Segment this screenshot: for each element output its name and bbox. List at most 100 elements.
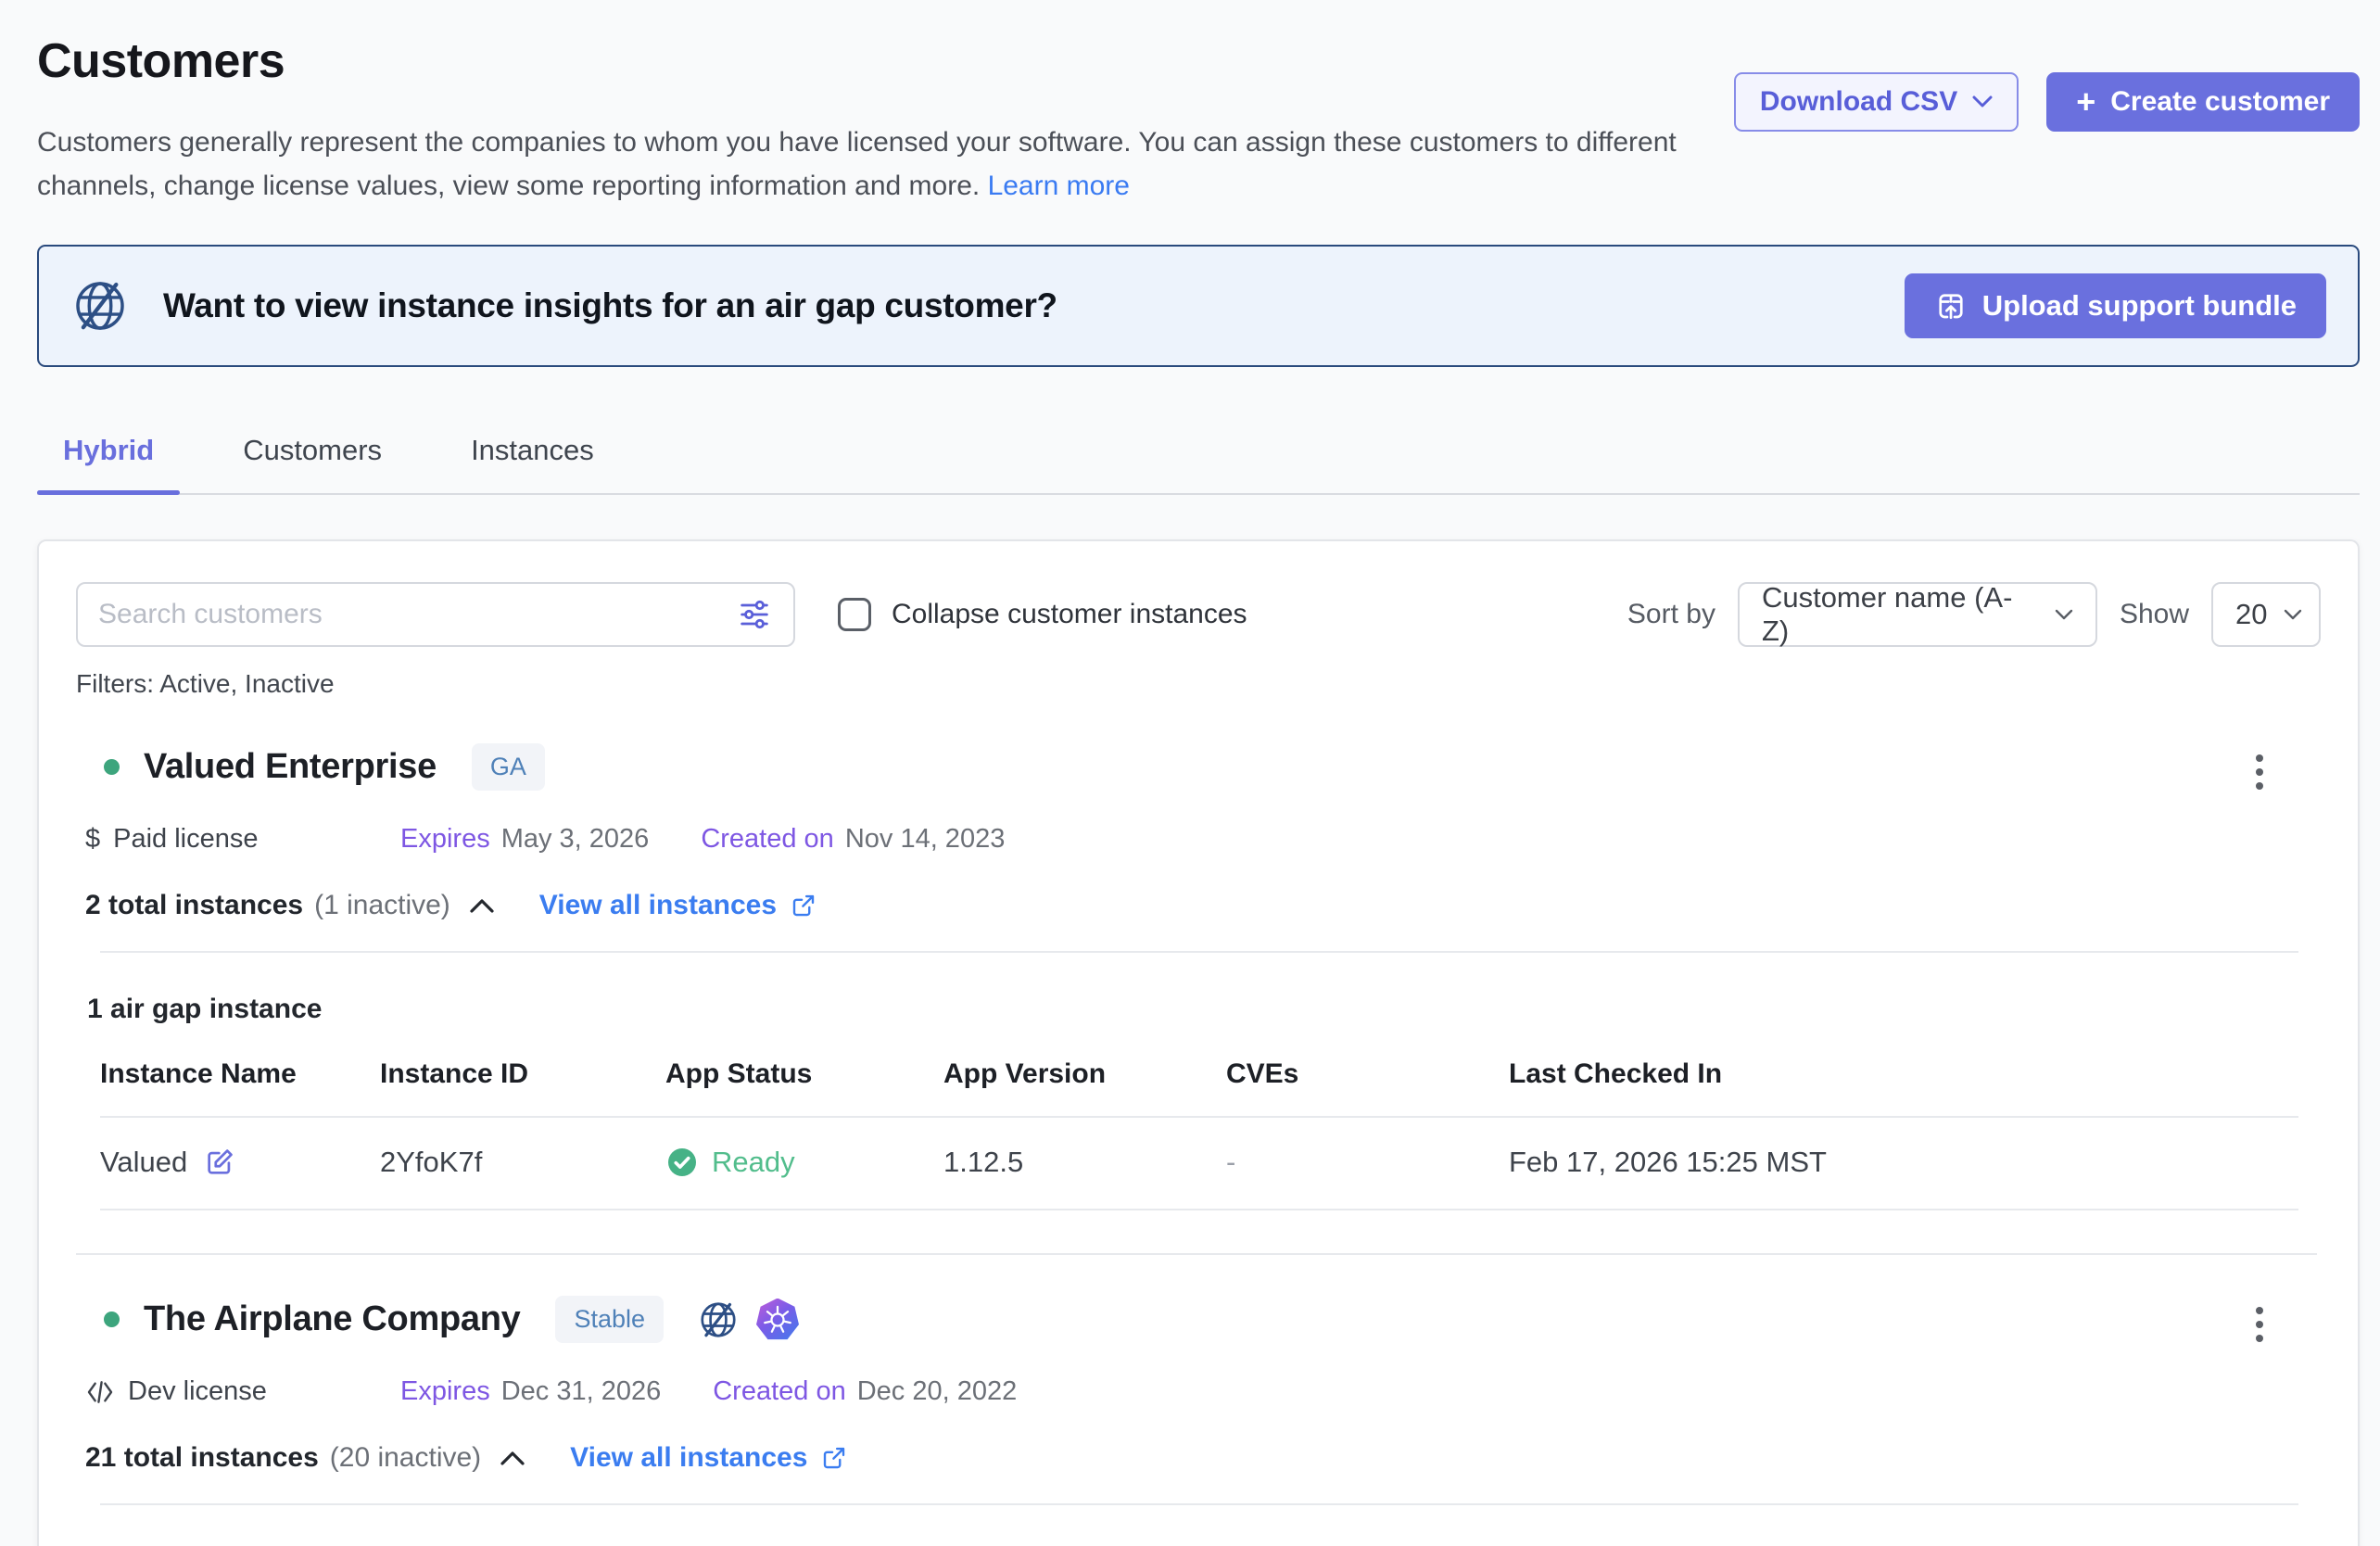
tab-customers[interactable]: Customers	[217, 419, 408, 493]
instance-name-cell: Valued	[100, 1146, 380, 1179]
page-title: Customers	[37, 33, 1696, 89]
inactive-instances-text: (20 inactive)	[330, 1442, 481, 1474]
app-status-cell: Ready	[665, 1146, 943, 1179]
collapse-chevron-up-icon[interactable]	[469, 898, 495, 914]
header-actions: Download CSV + Create customer	[1734, 72, 2360, 132]
collapse-instances-control: Collapse customer instances	[838, 598, 1247, 631]
divider	[100, 951, 2298, 953]
col-instance-id: Instance ID	[380, 1058, 665, 1090]
channel-badge: Stable	[555, 1296, 664, 1343]
customer-menu-button[interactable]	[2248, 1299, 2271, 1350]
expires-label: Expires	[400, 824, 490, 855]
airgap-banner: Want to view instance insights for an ai…	[37, 245, 2360, 367]
created-label: Created on	[713, 1376, 846, 1407]
view-all-instances-link[interactable]: View all instances	[539, 890, 817, 921]
airgap-globe-icon	[697, 1299, 740, 1341]
col-last-checked-in: Last Checked In	[1509, 1058, 2298, 1090]
tab-hybrid[interactable]: Hybrid	[37, 419, 180, 493]
instance-row: Valued 2YfoK7f Ready	[100, 1118, 2298, 1210]
upload-support-bundle-button[interactable]: Upload support bundle	[1905, 273, 2326, 338]
created-pair: Created on Dec 20, 2022	[713, 1376, 1017, 1407]
expires-pair: Expires Dec 31, 2026	[400, 1376, 661, 1407]
cves-value: -	[1226, 1146, 1509, 1179]
download-csv-label: Download CSV	[1760, 86, 1957, 118]
learn-more-link[interactable]: Learn more	[988, 171, 1130, 201]
upload-icon	[1934, 289, 1968, 323]
sort-by-label: Sort by	[1627, 599, 1715, 630]
customer-divider	[76, 1253, 2317, 1255]
airgap-banner-title: Want to view instance insights for an ai…	[163, 286, 1057, 325]
col-instance-name: Instance Name	[100, 1058, 380, 1090]
kubernetes-icon	[756, 1299, 799, 1341]
expires-value: Dec 31, 2026	[501, 1376, 662, 1407]
customers-card: Collapse customer instances Sort by Cust…	[37, 539, 2360, 1546]
app-status: Ready	[712, 1146, 795, 1179]
customer-type-icons	[697, 1299, 799, 1341]
page-header-left: Customers Customers generally represent …	[37, 22, 1696, 208]
collapse-chevron-up-icon[interactable]	[500, 1451, 525, 1466]
customer-section-valued-enterprise: Valued Enterprise GA $ Paid license Expi…	[76, 743, 2321, 1210]
chevron-down-icon	[2284, 609, 2302, 621]
filter-sliders-icon[interactable]	[736, 596, 773, 633]
tab-instances[interactable]: Instances	[445, 419, 620, 493]
instance-table-header: Instance Name Instance ID App Status App…	[100, 1058, 2298, 1118]
chevron-down-icon	[2055, 609, 2073, 621]
created-pair: Created on Nov 14, 2023	[701, 824, 1005, 855]
created-label: Created on	[701, 824, 834, 855]
chevron-down-icon	[1972, 95, 1993, 108]
customer-menu-button[interactable]	[2248, 747, 2271, 797]
expires-label: Expires	[400, 1376, 490, 1407]
instance-name: Valued	[100, 1146, 187, 1179]
download-csv-button[interactable]: Download CSV	[1734, 72, 2019, 132]
collapse-instances-label: Collapse customer instances	[892, 599, 1247, 630]
collapse-instances-checkbox[interactable]	[838, 598, 871, 631]
show-select[interactable]: 20	[2211, 582, 2321, 647]
instances-summary-row: 21 total instances (20 inactive) View al…	[76, 1442, 2321, 1474]
show-label: Show	[2120, 599, 2189, 630]
external-link-icon	[790, 892, 817, 919]
upload-support-bundle-label: Upload support bundle	[1982, 289, 2297, 323]
app-version: 1.12.5	[943, 1146, 1226, 1179]
dollar-icon: $	[85, 824, 100, 855]
view-all-instances-label: View all instances	[539, 890, 777, 921]
customer-meta-row: Dev license Expires Dec 31, 2026 Created…	[76, 1376, 2321, 1407]
created-value: Nov 14, 2023	[845, 824, 1006, 855]
customer-head: Valued Enterprise GA	[76, 743, 2321, 791]
inactive-instances-text: (1 inactive)	[314, 890, 450, 921]
sort-by-select[interactable]: Customer name (A-Z)	[1738, 582, 2097, 647]
edit-icon[interactable]	[204, 1147, 235, 1178]
active-filters-text: Filters: Active, Inactive	[76, 669, 2321, 699]
col-cves: CVEs	[1226, 1058, 1509, 1090]
check-circle-icon	[665, 1146, 699, 1179]
created-value: Dec 20, 2022	[857, 1376, 1018, 1407]
toolbar-right: Sort by Customer name (A-Z) Show 20	[1627, 582, 2321, 647]
customer-name[interactable]: The Airplane Company	[144, 1299, 520, 1339]
license-type-label: Dev license	[128, 1376, 267, 1407]
channel-badge: GA	[472, 743, 545, 791]
search-input[interactable]	[98, 599, 736, 630]
create-customer-label: Create customer	[2110, 86, 2330, 118]
show-value: 20	[2235, 598, 2267, 631]
external-link-icon	[820, 1444, 848, 1472]
col-app-status: App Status	[665, 1058, 943, 1090]
airgap-globe-icon	[70, 276, 130, 336]
page-description: Customers generally represent the compan…	[37, 120, 1696, 208]
create-customer-button[interactable]: + Create customer	[2046, 72, 2360, 132]
total-instances-text: 21 total instances	[85, 1442, 319, 1474]
total-instances-text: 2 total instances	[85, 890, 303, 921]
divider	[100, 1503, 2298, 1505]
license-type-label: Paid license	[113, 824, 258, 855]
page-description-text: Customers generally represent the compan…	[37, 127, 1677, 201]
col-app-version: App Version	[943, 1058, 1226, 1090]
customers-page: Customers Customers generally represent …	[0, 0, 2380, 1546]
expires-value: May 3, 2026	[501, 824, 650, 855]
customer-name[interactable]: Valued Enterprise	[144, 747, 437, 787]
license-type: $ Paid license	[85, 824, 400, 855]
customer-section-airplane-company: The Airplane Company Stable	[76, 1296, 2321, 1546]
search-box	[76, 582, 795, 647]
toolbar: Collapse customer instances Sort by Cust…	[76, 582, 2321, 647]
customer-meta-row: $ Paid license Expires May 3, 2026 Creat…	[76, 824, 2321, 855]
view-all-instances-link[interactable]: View all instances	[570, 1442, 848, 1474]
active-status-dot	[104, 1312, 120, 1327]
code-icon	[85, 1377, 115, 1407]
